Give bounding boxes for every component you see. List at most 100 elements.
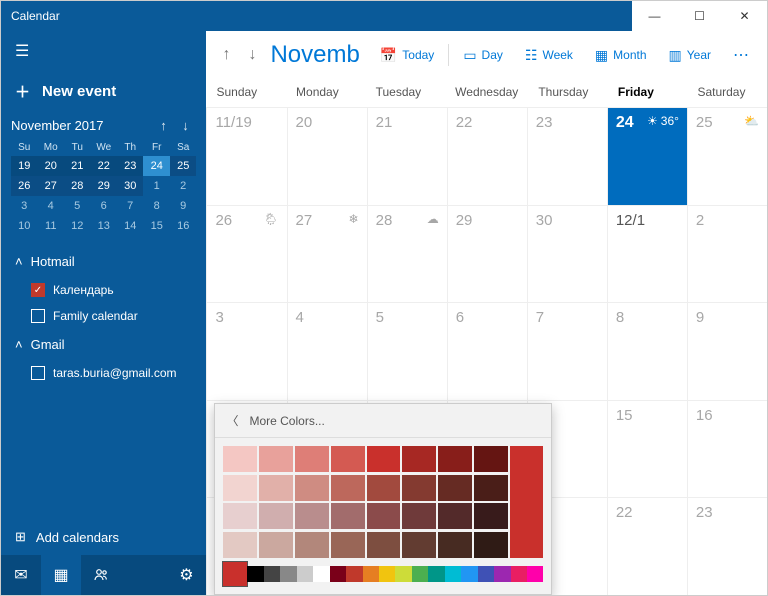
calendar-cell[interactable]: 23: [527, 107, 607, 205]
calendar-cell[interactable]: 26🌦: [206, 205, 286, 303]
prev-arrow-icon[interactable]: ↑: [216, 40, 236, 70]
calendar-cell[interactable]: 3: [206, 302, 286, 400]
hue-swatch[interactable]: [494, 566, 510, 582]
mini-day[interactable]: 10: [11, 216, 37, 236]
calendar-cell[interactable]: 5: [367, 302, 447, 400]
calendar-cell[interactable]: 23: [687, 497, 767, 595]
hue-swatch[interactable]: [395, 566, 411, 582]
hue-swatch[interactable]: [478, 566, 494, 582]
calendar-cell[interactable]: 22: [447, 107, 527, 205]
mini-day[interactable]: 12: [64, 216, 91, 236]
color-swatch[interactable]: [259, 475, 293, 501]
calendar-cell[interactable]: 30: [527, 205, 607, 303]
maximize-button[interactable]: ☐: [677, 1, 722, 31]
color-swatch[interactable]: [367, 503, 401, 529]
mini-day[interactable]: 8: [143, 196, 170, 216]
calendar-item[interactable]: ✓Календарь: [1, 277, 206, 303]
mini-day[interactable]: 16: [170, 216, 196, 236]
calendar-cell[interactable]: 12/1: [607, 205, 687, 303]
color-swatch[interactable]: [331, 446, 365, 472]
color-swatch[interactable]: [259, 503, 293, 529]
calendar-cell[interactable]: 11/19: [206, 107, 286, 205]
minimize-button[interactable]: —: [632, 1, 677, 31]
color-swatch[interactable]: [367, 475, 401, 501]
calendar-cell[interactable]: 16: [687, 400, 767, 498]
hue-swatch[interactable]: [461, 566, 477, 582]
hue-swatch[interactable]: [363, 566, 379, 582]
hue-swatch[interactable]: [247, 566, 263, 582]
calendar-cell[interactable]: 20: [287, 107, 367, 205]
mini-day[interactable]: 1: [143, 176, 170, 196]
day-view-button[interactable]: ▭Day: [455, 42, 511, 69]
mini-day[interactable]: 30: [117, 176, 144, 196]
color-swatch[interactable]: [223, 503, 257, 529]
hue-swatch[interactable]: [313, 566, 329, 582]
color-swatch[interactable]: [223, 475, 257, 501]
hue-swatch[interactable]: [445, 566, 461, 582]
color-swatch[interactable]: [295, 503, 329, 529]
calendar-cell[interactable]: 2: [687, 205, 767, 303]
mini-day[interactable]: 25: [170, 156, 196, 176]
back-icon[interactable]: 〈: [215, 412, 249, 429]
hue-swatch[interactable]: [527, 566, 543, 582]
mini-day[interactable]: 13: [90, 216, 116, 236]
hue-swatch[interactable]: [346, 566, 362, 582]
add-calendars-button[interactable]: ⊞ Add calendars: [1, 519, 206, 555]
month-view-button[interactable]: ▦Month: [587, 42, 655, 69]
calendar-cell[interactable]: 28☁: [367, 205, 447, 303]
hue-swatch[interactable]: [264, 566, 280, 582]
mini-day[interactable]: 19: [11, 156, 37, 176]
calendar-cell[interactable]: 22: [607, 497, 687, 595]
mini-calendar-month[interactable]: November 2017: [11, 118, 152, 133]
color-swatch[interactable]: [367, 446, 401, 472]
calendar-cell[interactable]: 27❄: [287, 205, 367, 303]
color-swatch[interactable]: [438, 446, 472, 472]
color-swatch[interactable]: [438, 475, 472, 501]
color-swatch[interactable]: [295, 475, 329, 501]
hue-swatch[interactable]: [412, 566, 428, 582]
color-swatch-accent[interactable]: [510, 446, 544, 558]
mini-day[interactable]: 28: [64, 176, 91, 196]
mini-day[interactable]: 14: [117, 216, 144, 236]
hue-swatch[interactable]: [511, 566, 527, 582]
week-view-button[interactable]: ☷Week: [517, 42, 581, 69]
color-swatch[interactable]: [474, 503, 508, 529]
year-view-button[interactable]: ▥Year: [661, 42, 719, 69]
color-swatch[interactable]: [295, 446, 329, 472]
mini-day[interactable]: 15: [143, 216, 170, 236]
color-swatch[interactable]: [259, 446, 293, 472]
mini-next-icon[interactable]: ↓: [174, 118, 196, 133]
mini-day[interactable]: 27: [37, 176, 64, 196]
hamburger-icon[interactable]: ☰: [1, 31, 206, 71]
color-swatch[interactable]: [223, 532, 257, 558]
color-swatch[interactable]: [331, 503, 365, 529]
color-swatch[interactable]: [402, 532, 436, 558]
mini-day[interactable]: 5: [64, 196, 91, 216]
mini-day[interactable]: 22: [90, 156, 116, 176]
calendar-item[interactable]: Family calendar: [1, 303, 206, 329]
hue-swatch[interactable]: [428, 566, 444, 582]
color-swatch[interactable]: [295, 532, 329, 558]
calendar-cell[interactable]: 25⛅: [687, 107, 767, 205]
color-swatch[interactable]: [331, 532, 365, 558]
color-swatch[interactable]: [438, 503, 472, 529]
mini-day[interactable]: 7: [117, 196, 144, 216]
color-swatch[interactable]: [223, 446, 257, 472]
color-swatch[interactable]: [402, 446, 436, 472]
color-swatch[interactable]: [402, 503, 436, 529]
calendar-cell[interactable]: 9: [687, 302, 767, 400]
mini-day[interactable]: 20: [37, 156, 64, 176]
calendar-item[interactable]: taras.buria@gmail.com: [1, 360, 206, 386]
color-swatch[interactable]: [438, 532, 472, 558]
checkbox[interactable]: [31, 309, 45, 323]
mini-day[interactable]: 23: [117, 156, 144, 176]
account-header[interactable]: ˄Hotmail: [1, 246, 206, 277]
mini-day[interactable]: 11: [37, 216, 64, 236]
color-swatch[interactable]: [331, 475, 365, 501]
today-button[interactable]: 📅Today: [372, 42, 442, 69]
calendar-icon[interactable]: ▦: [41, 555, 81, 595]
checkbox[interactable]: [31, 366, 45, 380]
month-title[interactable]: Novemb: [268, 41, 365, 69]
color-swatch[interactable]: [259, 532, 293, 558]
mini-day[interactable]: 3: [11, 196, 37, 216]
